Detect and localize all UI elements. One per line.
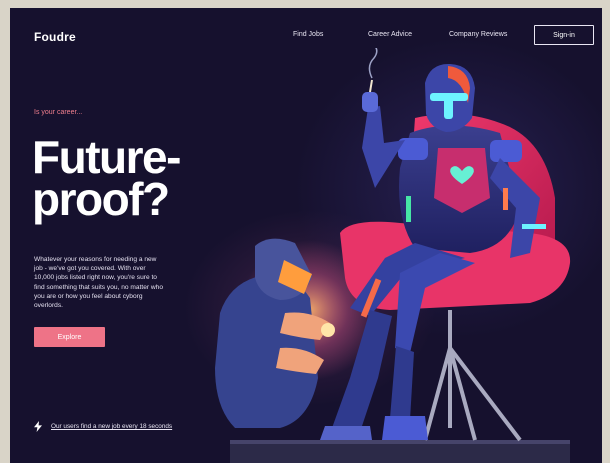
stat-row: Our users find a new job every 18 second… [34, 421, 172, 432]
brand-logo[interactable]: Foudre [34, 30, 76, 44]
cyborg-illustration [215, 48, 571, 463]
lightning-icon [34, 421, 42, 432]
sign-in-button[interactable]: Sign-in [534, 25, 594, 45]
nav-find-jobs[interactable]: Find Jobs [293, 31, 323, 38]
page-frame: Foudre Find Jobs Career Advice Company R… [10, 8, 602, 463]
hero-eyebrow: Is your career... [34, 109, 83, 116]
stat-link[interactable]: Our users find a new job every 18 second… [51, 423, 172, 430]
headline-line-1: Future- [32, 131, 181, 183]
hero-headline: Future- proof? [32, 131, 181, 225]
nav-company-reviews[interactable]: Company Reviews [449, 31, 507, 38]
hero-body: Whatever your reasons for needing a new … [34, 256, 164, 310]
nav-career-advice[interactable]: Career Advice [368, 31, 412, 38]
headline-line-2: proof? [32, 173, 170, 225]
explore-button[interactable]: Explore [34, 327, 105, 347]
